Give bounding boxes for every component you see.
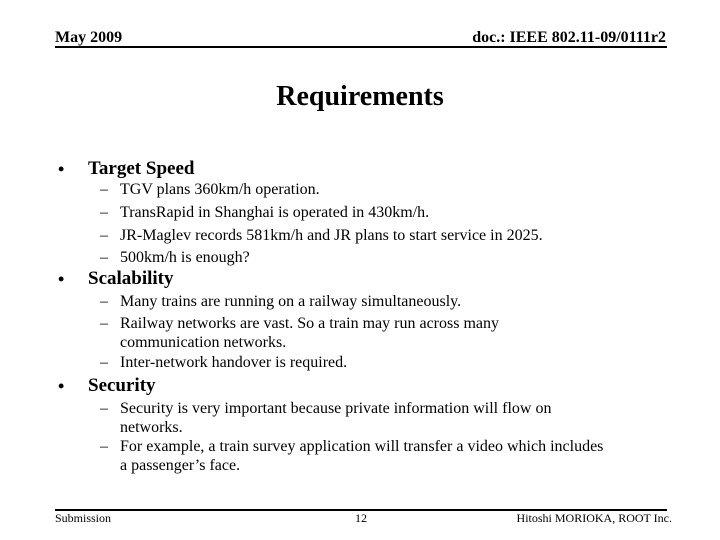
list-item: Railway networks are vast. So a train ma… (120, 315, 500, 351)
list-item: Security is very important because priva… (120, 400, 552, 436)
footer-author: Hitoshi MORIOKA, ROOT Inc. (516, 511, 672, 525)
section-heading: Scalability (88, 268, 174, 289)
footer-submission-label: Submission (55, 511, 112, 525)
dash-icon: – (100, 204, 108, 221)
slide-title: Requirements (276, 81, 444, 112)
dash-icon: – (100, 400, 108, 417)
list-item: TransRapid in Shanghai is operated in 43… (120, 204, 430, 221)
bullet-icon: • (58, 159, 65, 179)
section-heading: Security (88, 375, 156, 396)
dash-icon: – (100, 181, 108, 198)
bullet-icon: • (58, 269, 65, 289)
list-item: Inter-network handover is required. (120, 354, 348, 371)
header-document-id: doc.: IEEE 802.11-09/0111r2 (472, 29, 666, 46)
list-item: 500km/h is enough? (120, 249, 250, 266)
page-number: 12 (355, 511, 367, 525)
bullet-icon: • (58, 376, 65, 396)
dash-icon: – (100, 227, 108, 244)
dash-icon: – (100, 315, 108, 332)
list-item: For example, a train survey application … (120, 438, 604, 474)
dash-icon: – (100, 438, 108, 455)
list-item: JR-Maglev records 581km/h and JR plans t… (120, 227, 543, 244)
dash-icon: – (100, 249, 108, 266)
dash-icon: – (100, 293, 108, 310)
section-heading: Target Speed (88, 158, 195, 179)
dash-icon: – (100, 354, 108, 371)
header-divider (55, 46, 667, 48)
header-date: May 2009 (55, 29, 123, 46)
list-item: Many trains are running on a railway sim… (120, 293, 462, 310)
list-item: TGV plans 360km/h operation. (120, 181, 320, 198)
